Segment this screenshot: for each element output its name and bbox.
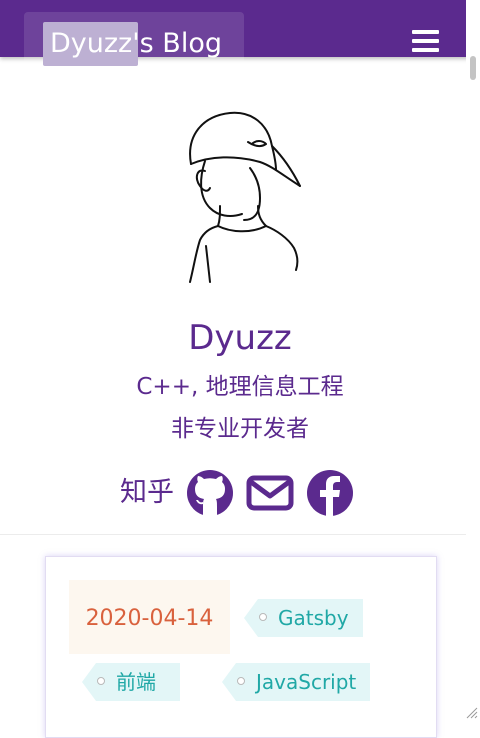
tag-label: 前端	[116, 670, 156, 694]
top-navbar: Dyuzz's Blog	[0, 0, 480, 66]
tag-icon	[97, 677, 105, 685]
tag-javascript[interactable]: JavaScript	[222, 663, 370, 701]
page-scrollbar[interactable]	[466, 0, 480, 721]
tag-label: Gatsby	[278, 606, 349, 630]
mail-icon[interactable]	[246, 469, 294, 517]
tag-icon	[237, 677, 245, 685]
facebook-icon[interactable]	[306, 469, 354, 517]
author-name: Dyuzz	[188, 318, 292, 358]
hamburger-menu-icon[interactable]	[412, 30, 439, 56]
section-divider	[0, 534, 466, 535]
zhihu-link[interactable]: 知乎	[120, 474, 174, 512]
tag-frontend[interactable]: 前端	[82, 663, 180, 701]
github-icon[interactable]	[186, 469, 234, 517]
tag-gatsby[interactable]: Gatsby	[244, 599, 363, 637]
tag-label: JavaScript	[256, 670, 357, 694]
scrollbar-thumb[interactable]	[470, 56, 476, 80]
post-date: 2020-04-14	[85, 606, 214, 631]
site-title[interactable]: Dyuzz's Blog	[50, 26, 222, 62]
avatar-illustration	[189, 111, 301, 283]
bio-line-skills: C++, 地理信息工程	[136, 374, 344, 400]
bio-line-title: 非专业开发者	[171, 416, 309, 442]
tag-icon	[259, 613, 267, 621]
resize-grip-icon[interactable]	[464, 705, 478, 719]
